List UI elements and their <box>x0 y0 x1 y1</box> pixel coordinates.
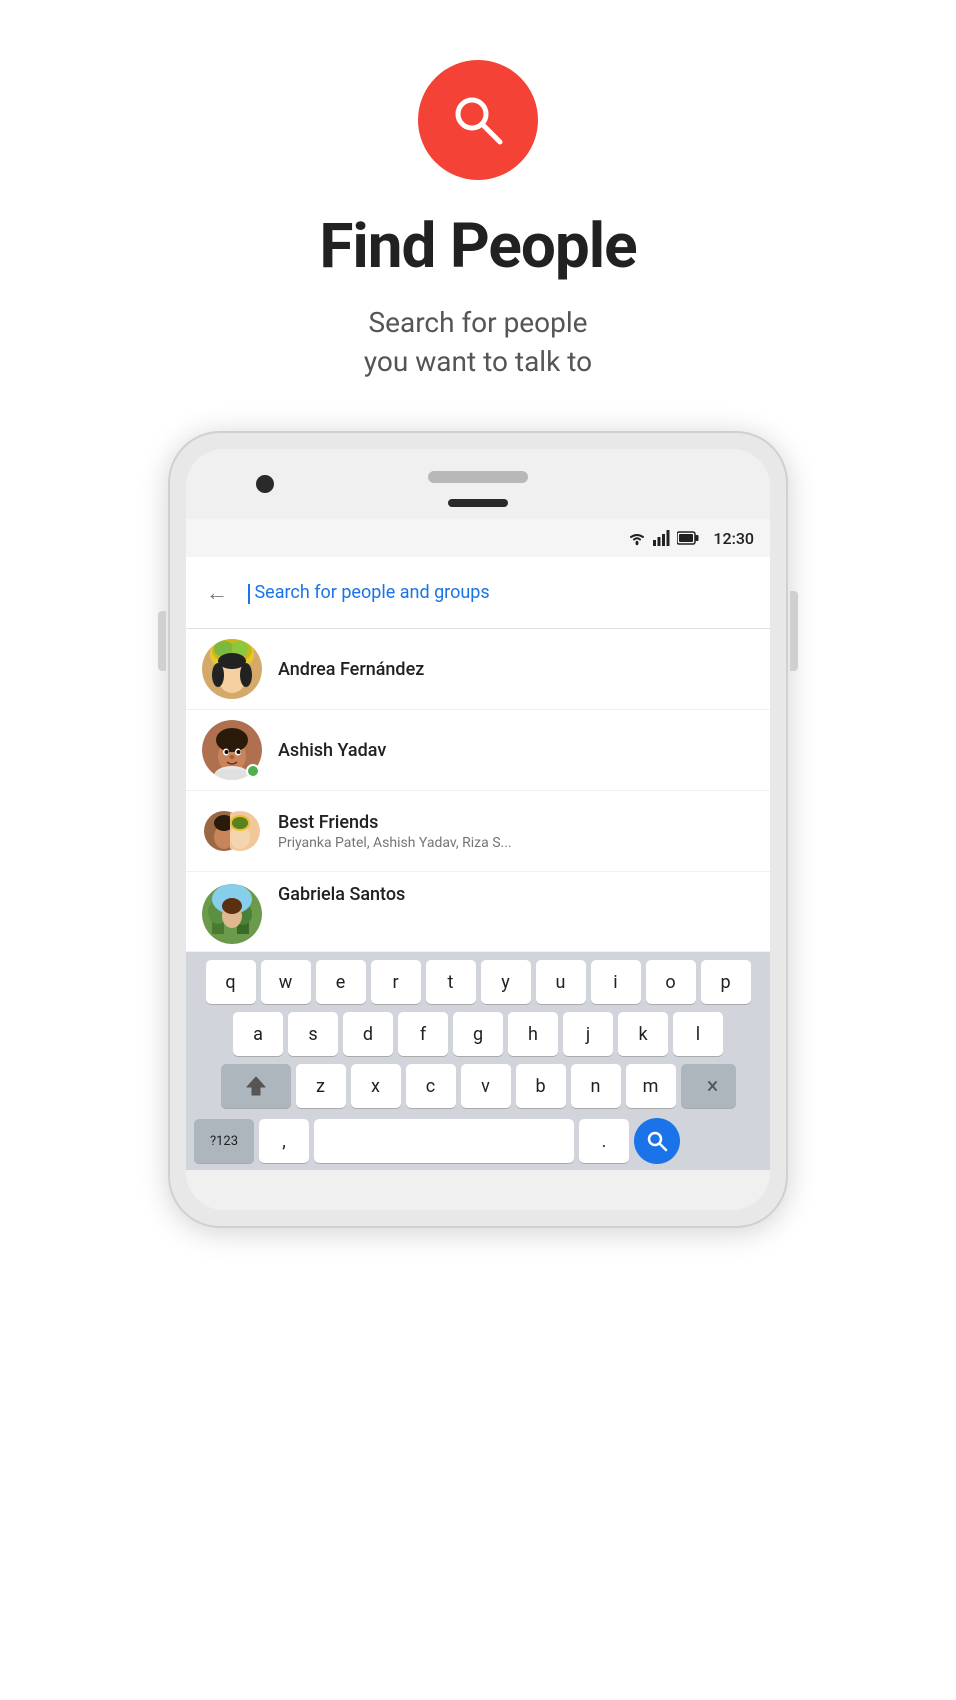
phone-bottom-bezel <box>186 1170 770 1210</box>
contact-list: Andrea Fernández <box>186 629 770 952</box>
key-a[interactable]: a <box>233 1012 283 1056</box>
keyboard-row-2: a s d f g h j k l <box>190 1012 766 1056</box>
contact-item-ashish[interactable]: Ashish Yadav <box>186 710 770 791</box>
contact-item-gabriela[interactable]: Gabriela Santos <box>186 872 770 952</box>
contact-name-andrea: Andrea Fernández <box>278 659 754 680</box>
key-search[interactable] <box>634 1118 680 1164</box>
avatar-wrapper-gabriela <box>202 884 262 944</box>
key-z[interactable]: z <box>296 1064 346 1108</box>
avatar-wrapper-ashish <box>202 720 262 780</box>
status-icons <box>627 530 699 546</box>
feature-icon-circle <box>418 60 538 180</box>
page-title: Find People <box>319 210 636 283</box>
phone-inner: 12:30 ← Search for people and groups <box>186 449 770 1210</box>
contact-info-andrea: Andrea Fernández <box>278 659 754 680</box>
search-placeholder: Search for people and groups <box>254 582 489 603</box>
top-section: Find People Search for people you want t… <box>0 0 956 431</box>
key-q[interactable]: q <box>206 960 256 1004</box>
contact-name-ashish: Ashish Yadav <box>278 740 754 761</box>
wifi-icon <box>627 530 647 546</box>
key-s[interactable]: s <box>288 1012 338 1056</box>
phone-speaker <box>428 471 528 483</box>
back-button[interactable]: ← <box>202 580 232 606</box>
contact-info-gabriela: Gabriela Santos <box>278 884 754 905</box>
contact-subtitle-best-friends: Priyanka Patel, Ashish Yadav, Riza S... <box>278 835 658 851</box>
phone-mockup: 12:30 ← Search for people and groups <box>158 431 798 1228</box>
keyboard-bottom-row: ?123 , . <box>190 1116 766 1166</box>
search-cursor <box>248 584 250 604</box>
key-m[interactable]: m <box>626 1064 676 1108</box>
phone-earpiece <box>448 499 508 507</box>
avatar-andrea-svg <box>202 639 262 699</box>
key-i[interactable]: i <box>591 960 641 1004</box>
key-x[interactable]: x <box>351 1064 401 1108</box>
shift-icon <box>245 1075 267 1097</box>
key-f[interactable]: f <box>398 1012 448 1056</box>
key-delete[interactable] <box>681 1064 736 1108</box>
key-u[interactable]: u <box>536 960 586 1004</box>
search-bar[interactable]: ← Search for people and groups <box>186 557 770 629</box>
online-indicator-ashish <box>246 764 260 778</box>
key-y[interactable]: y <box>481 960 531 1004</box>
key-comma[interactable]: , <box>259 1119 309 1163</box>
search-key-icon <box>646 1130 668 1152</box>
contact-info-ashish: Ashish Yadav <box>278 740 754 761</box>
key-period[interactable]: . <box>579 1119 629 1163</box>
status-time: 12:30 <box>713 529 754 548</box>
key-g[interactable]: g <box>453 1012 503 1056</box>
contact-item-andrea[interactable]: Andrea Fernández <box>186 629 770 710</box>
keyboard-row-3: z x c v b n m <box>190 1064 766 1108</box>
avatar-group-svg <box>202 801 262 861</box>
avatar-wrapper-andrea <box>202 639 262 699</box>
avatar-wrapper-best-friends <box>202 801 262 861</box>
key-c[interactable]: c <box>406 1064 456 1108</box>
key-r[interactable]: r <box>371 960 421 1004</box>
contact-name-gabriela: Gabriela Santos <box>278 884 754 905</box>
phone-camera <box>256 475 274 493</box>
avatar-group-best-friends <box>202 801 262 861</box>
key-h[interactable]: h <box>508 1012 558 1056</box>
key-w[interactable]: w <box>261 960 311 1004</box>
search-icon <box>448 90 508 150</box>
key-k[interactable]: k <box>618 1012 668 1056</box>
key-shift[interactable] <box>221 1064 291 1108</box>
phone-top-bezel <box>186 449 770 519</box>
key-t[interactable]: t <box>426 960 476 1004</box>
contact-name-best-friends: Best Friends <box>278 812 754 833</box>
key-b[interactable]: b <box>516 1064 566 1108</box>
avatar-gabriela <box>202 884 262 944</box>
avatar-andrea <box>202 639 262 699</box>
key-d[interactable]: d <box>343 1012 393 1056</box>
key-space[interactable] <box>314 1119 574 1163</box>
key-e[interactable]: e <box>316 960 366 1004</box>
keyboard[interactable]: q w e r t y u i o p a s <box>186 952 770 1170</box>
phone-body: 12:30 ← Search for people and groups <box>168 431 788 1228</box>
contact-info-best-friends: Best Friends Priyanka Patel, Ashish Yada… <box>278 812 754 851</box>
key-o[interactable]: o <box>646 960 696 1004</box>
search-input[interactable]: Search for people and groups <box>248 582 754 603</box>
avatar-gabriela-svg <box>202 884 262 944</box>
key-numbers[interactable]: ?123 <box>194 1119 254 1163</box>
delete-icon <box>696 1077 720 1095</box>
key-p[interactable]: p <box>701 960 751 1004</box>
key-n[interactable]: n <box>571 1064 621 1108</box>
phone-screen: 12:30 ← Search for people and groups <box>186 519 770 1170</box>
key-v[interactable]: v <box>461 1064 511 1108</box>
signal-icon <box>653 530 671 546</box>
key-j[interactable]: j <box>563 1012 613 1056</box>
page-subtitle: Search for people you want to talk to <box>364 303 592 381</box>
status-bar: 12:30 <box>186 519 770 557</box>
contact-item-best-friends[interactable]: Best Friends Priyanka Patel, Ashish Yada… <box>186 791 770 872</box>
battery-icon <box>677 531 699 545</box>
key-l[interactable]: l <box>673 1012 723 1056</box>
keyboard-row-1: q w e r t y u i o p <box>190 960 766 1004</box>
